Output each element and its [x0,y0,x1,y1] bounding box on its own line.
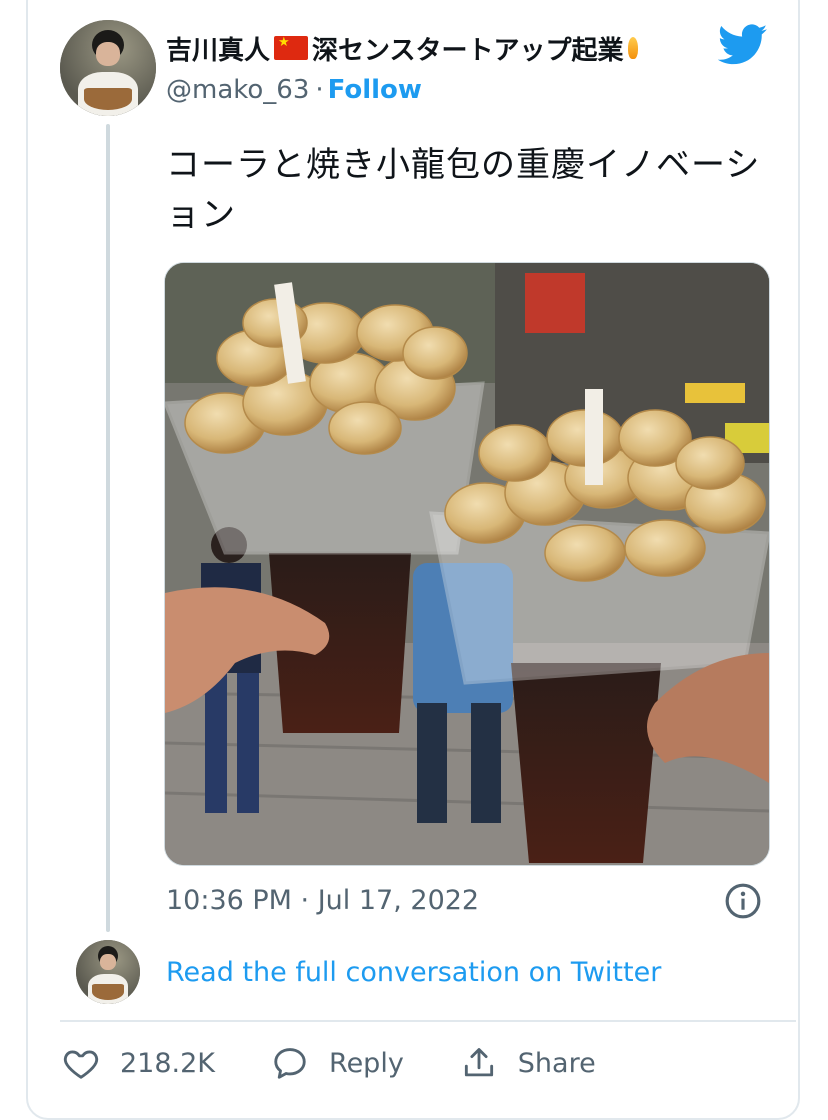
author-avatar[interactable] [60,20,156,116]
author-handle[interactable]: @mako_63 [166,75,309,105]
read-full-conversation-link[interactable]: Read the full conversation on Twitter [166,952,661,992]
twitter-bird-icon[interactable] [718,24,768,66]
like-button[interactable]: 218.2K [62,1044,215,1082]
conversation-avatar[interactable] [76,940,140,1004]
flame-icon [627,37,638,59]
author-name[interactable]: 吉川真人 深センスタートアップ起業 [166,28,638,68]
tweet-text: コーラと焼き小龍包の重慶イノベーション [166,145,761,235]
author-handle-row: @mako_63 · Follow [166,72,422,108]
tweet-timestamp[interactable]: 10:36 PM · Jul 17, 2022 [166,880,479,920]
heart-icon [63,1050,99,1079]
reply-label: Reply [329,1047,404,1079]
info-icon[interactable] [724,882,762,920]
follow-button[interactable]: Follow [328,75,422,105]
photo-illustration [165,263,769,865]
like-count: 218.2K [120,1047,216,1079]
china-flag-icon [274,35,309,60]
divider [60,1020,796,1022]
share-label: Share [517,1047,596,1079]
thread-line [106,124,110,932]
action-bar: 218.2K Reply Share [62,1040,652,1086]
reply-button[interactable]: Reply [271,1044,404,1082]
tweet-photo[interactable] [164,262,770,866]
speech-bubble-icon [274,1048,306,1079]
author-name-prefix: 吉川真人 [166,35,271,66]
share-button[interactable]: Share [460,1044,596,1082]
share-icon [464,1048,493,1077]
handle-separator: · [315,75,324,105]
author-name-suffix: 深センスタートアップ起業 [312,35,624,66]
